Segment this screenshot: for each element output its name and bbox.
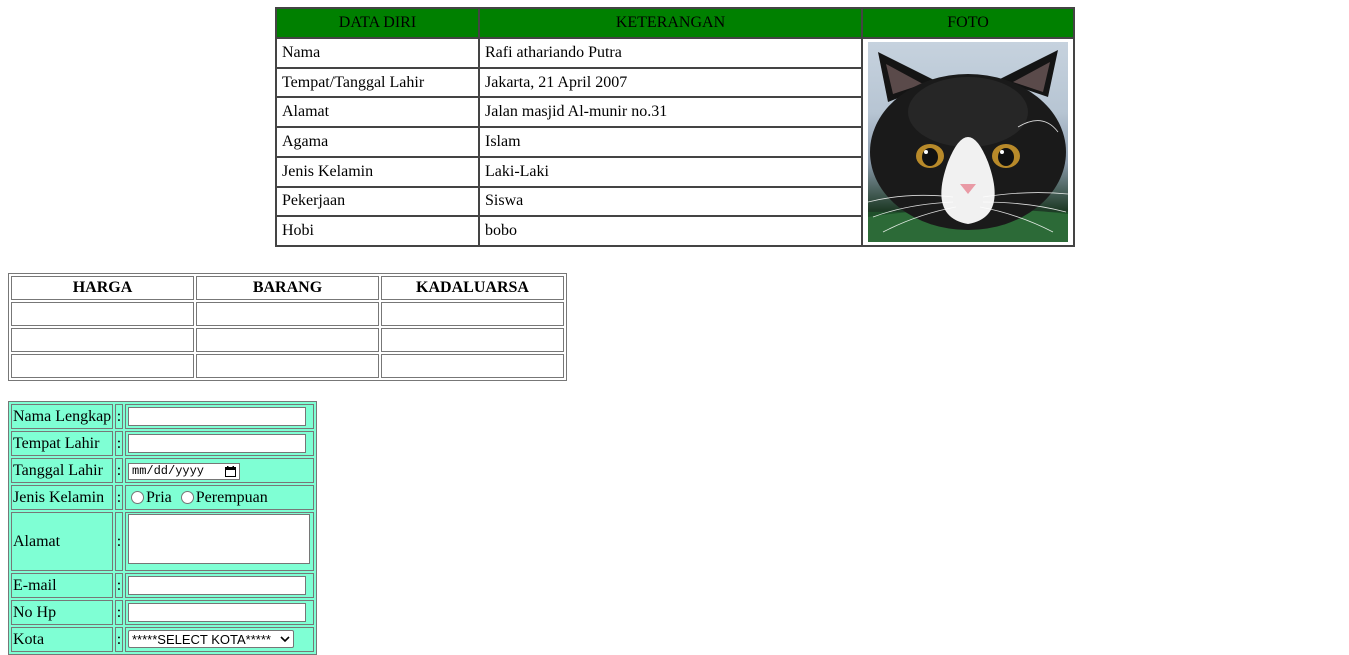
table-cell (381, 302, 564, 326)
separator: : (115, 627, 123, 652)
registration-form: Nama Lengkap : Tempat Lahir : Tanggal La… (8, 401, 317, 655)
form-row-alamat: Alamat : (11, 512, 314, 571)
row-label: Pekerjaan (275, 185, 480, 218)
input-cell: mm/dd/yyyy (125, 458, 314, 483)
label-nama-lengkap: Nama Lengkap (11, 404, 113, 429)
separator: : (115, 404, 123, 429)
separator: : (115, 485, 123, 510)
price-table: HARGA BARANG KADALUARSA (8, 273, 567, 381)
separator: : (115, 512, 123, 571)
calendar-icon[interactable] (225, 465, 236, 477)
input-cell (125, 404, 314, 429)
table-cell (381, 328, 564, 352)
label-kota: Kota (11, 627, 113, 652)
label-tanggal-lahir: Tanggal Lahir (11, 458, 113, 483)
label-no-hp: No Hp (11, 600, 113, 625)
cat-photo (868, 42, 1068, 242)
separator: : (115, 600, 123, 625)
table-cell (196, 302, 379, 326)
table-row (11, 328, 564, 352)
row-value: Islam (478, 126, 863, 158)
label-alamat: Alamat (11, 512, 113, 571)
chevron-down-icon (280, 636, 290, 643)
nama-lengkap-input[interactable] (128, 407, 306, 426)
header-foto: FOTO (861, 7, 1075, 39)
table-row (11, 302, 564, 326)
input-cell (125, 512, 314, 571)
input-cell (125, 573, 314, 598)
form-row-tempat: Tempat Lahir : (11, 431, 314, 456)
profile-table: DATA DIRI KETERANGAN FOTO Nama Rafi atha… (275, 7, 1075, 247)
radio-label-perempuan: Perempuan (195, 488, 268, 506)
form-row-hp: No Hp : (11, 600, 314, 625)
separator: : (115, 458, 123, 483)
no-hp-input[interactable] (128, 603, 306, 622)
row-label: Nama (275, 37, 480, 69)
row-value: bobo (478, 215, 863, 247)
table-cell (11, 302, 194, 326)
date-placeholder: mm/dd/yyyy (132, 464, 205, 479)
row-value: Jakarta, 21 April 2007 (478, 66, 863, 99)
form-row-tanggal: Tanggal Lahir : mm/dd/yyyy (11, 458, 314, 483)
tempat-lahir-input[interactable] (128, 434, 306, 453)
price-header-row: HARGA BARANG KADALUARSA (11, 276, 564, 300)
row-value: Jalan masjid Al-munir no.31 (478, 96, 863, 129)
header-data-diri: DATA DIRI (275, 7, 480, 39)
row-label: Hobi (275, 215, 480, 247)
input-cell: *****SELECT KOTA***** (125, 627, 314, 652)
header-barang: BARANG (196, 276, 379, 300)
kota-select[interactable]: *****SELECT KOTA***** (128, 630, 294, 649)
separator: : (115, 431, 123, 456)
email-input[interactable] (128, 576, 306, 595)
table-cell (381, 354, 564, 378)
label-jenis-kelamin: Jenis Kelamin (11, 485, 113, 510)
row-label: Jenis Kelamin (275, 155, 480, 188)
row-label: Alamat (275, 96, 480, 129)
input-cell: Pria Perempuan (125, 485, 314, 510)
header-harga: HARGA (11, 276, 194, 300)
radio-pria[interactable] (131, 491, 144, 505)
form-row-kota: Kota : *****SELECT KOTA***** (11, 627, 314, 652)
radio-perempuan[interactable] (180, 491, 194, 505)
profile-header-row: DATA DIRI KETERANGAN FOTO (275, 7, 1075, 39)
row-label: Agama (275, 126, 480, 158)
header-kadaluarsa: KADALUARSA (381, 276, 564, 300)
row-value: Laki-Laki (478, 155, 863, 188)
radio-label-pria: Pria (146, 488, 172, 506)
label-email: E-mail (11, 573, 113, 598)
table-cell (196, 354, 379, 378)
kota-selected-value: *****SELECT KOTA***** (132, 631, 271, 647)
table-cell (11, 328, 194, 352)
row-label: Tempat/Tanggal Lahir (275, 66, 480, 99)
form-row-gender: Jenis Kelamin : Pria Perempuan (11, 485, 314, 510)
input-cell (125, 600, 314, 625)
label-tempat-lahir: Tempat Lahir (11, 431, 113, 456)
table-row (11, 354, 564, 378)
table-row: Nama Rafi athariando Putra (275, 37, 1075, 247)
header-keterangan: KETERANGAN (478, 7, 863, 39)
form-row-email: E-mail : (11, 573, 314, 598)
photo-cell (861, 37, 1075, 247)
row-value: Siswa (478, 185, 863, 218)
separator: : (115, 573, 123, 598)
form-row-nama: Nama Lengkap : (11, 404, 314, 429)
input-cell (125, 431, 314, 456)
tanggal-lahir-date-input[interactable]: mm/dd/yyyy (128, 462, 240, 480)
table-cell (196, 328, 379, 352)
alamat-textarea[interactable] (128, 514, 310, 564)
row-value: Rafi athariando Putra (478, 37, 863, 69)
table-cell (11, 354, 194, 378)
